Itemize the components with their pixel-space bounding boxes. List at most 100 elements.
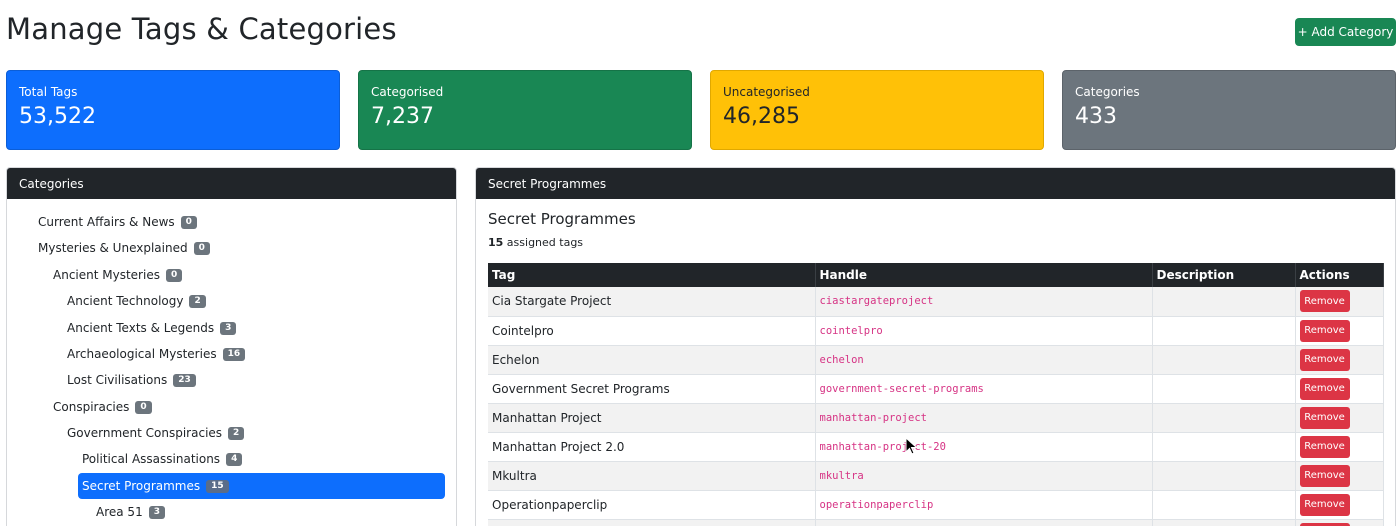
table-row: Echelon echelon Remove [488,345,1384,375]
category-item-political-assassinations[interactable]: Political Assassinations 4 [78,446,243,472]
table-row: Manhattan Project 2.0 manhattan-project-… [488,432,1384,462]
count-badge: 0 [193,241,210,255]
table-header-row: Tag Handle Description Actions [488,263,1384,287]
remove-button[interactable]: Remove [1299,522,1350,526]
remove-button[interactable]: Remove [1299,319,1350,342]
category-label: Ancient Mysteries [53,268,160,282]
tag-name: Manhattan Project [488,403,816,433]
stat-card-total-tags: Total Tags 53,522 [6,70,340,150]
remove-button[interactable]: Remove [1299,377,1350,400]
remove-button[interactable]: Remove [1299,406,1350,429]
tag-description [1152,345,1296,375]
category-label: Current Affairs & News [38,215,175,229]
category-detail-panel: Secret Programmes Secret Programmes 15 a… [475,167,1396,526]
tag-name: Government Secret Programs [488,374,816,404]
remove-button[interactable]: Remove [1299,464,1350,487]
assigned-tags-count: 15 assigned tags [488,236,583,249]
tag-name [488,519,816,526]
count-badge: 0 [180,215,197,229]
count-badge: 23 [173,373,196,387]
category-label: Political Assassinations [82,452,221,466]
tag-name: Cointelpro [488,316,816,346]
category-label: Area 51 [96,505,143,519]
table-row: Remove [488,519,1384,526]
tag-description [1152,519,1296,526]
remove-button[interactable]: Remove [1299,435,1350,458]
count-badge: 0 [135,400,152,414]
table-row: Cointelpro cointelpro Remove [488,316,1384,346]
stat-label: Categorised [371,85,444,99]
category-label: Conspiracies [53,400,130,414]
column-header-handle: Handle [815,263,1153,287]
stat-label: Total Tags [19,85,78,99]
category-item-mysteries[interactable]: Mysteries & Unexplained 0 [34,235,210,261]
tag-description [1152,287,1296,317]
actions-cell: Remove [1295,316,1384,346]
category-item-conspiracies[interactable]: Conspiracies 0 [49,394,152,420]
category-label: Government Conspiracies [67,426,223,440]
count-badge: 3 [148,505,165,519]
stat-card-categories: Categories 433 [1062,70,1396,150]
tags-table: Tag Handle Description Actions Cia Starg… [488,263,1384,526]
actions-cell: Remove [1295,374,1384,404]
stat-card-categorised: Categorised 7,237 [358,70,692,150]
category-item-archaeological[interactable]: Archaeological Mysteries 16 [63,341,246,367]
tag-description [1152,461,1296,491]
category-item-ancient-technology[interactable]: Ancient Technology 2 [63,288,206,314]
category-item-lost-civilisations[interactable]: Lost Civilisations 23 [63,367,196,393]
tag-description [1152,403,1296,433]
table-row: Cia Stargate Project ciastargateproject … [488,287,1384,317]
tag-count: 15 [488,236,504,249]
count-badge: 3 [220,321,237,335]
category-tree: Current Affairs & News 0 Mysteries & Une… [7,199,456,519]
tag-count-suffix: assigned tags [503,236,584,249]
category-item-secret-programmes[interactable]: Secret Programmes 15 [78,473,445,499]
actions-cell: Remove [1295,287,1384,317]
tag-handle: operationpaperclip [815,490,1153,520]
actions-cell: Remove [1295,461,1384,491]
category-label: Lost Civilisations [67,373,168,387]
actions-cell: Remove [1295,403,1384,433]
count-badge: 2 [189,294,206,308]
actions-cell: Remove [1295,345,1384,375]
category-item-ancient-texts[interactable]: Ancient Texts & Legends 3 [63,315,237,341]
stat-value: 53,522 [19,104,96,129]
tag-handle: manhattan-project [815,403,1153,433]
remove-button[interactable]: Remove [1299,290,1350,313]
remove-button[interactable]: Remove [1299,493,1350,516]
column-header-tag: Tag [488,263,816,287]
categories-panel: Categories Current Affairs & News 0 Myst… [6,167,457,526]
count-badge: 4 [226,452,243,466]
actions-cell: Remove [1295,432,1384,462]
column-header-actions: Actions [1295,263,1384,287]
tag-handle: mkultra [815,461,1153,491]
tag-description [1152,432,1296,462]
category-item-ancient-mysteries[interactable]: Ancient Mysteries 0 [49,262,183,288]
add-category-button[interactable]: + Add Category [1295,18,1396,46]
tag-name: Echelon [488,345,816,375]
category-item-area-51[interactable]: Area 51 3 [92,499,165,525]
stat-value: 46,285 [723,104,800,129]
tag-handle: echelon [815,345,1153,375]
tag-name: Operationpaperclip [488,490,816,520]
tag-description [1152,490,1296,520]
tag-name: Mkultra [488,461,816,491]
column-header-description: Description [1152,263,1296,287]
tag-description [1152,316,1296,346]
count-badge: 15 [206,479,229,493]
category-label: Archaeological Mysteries [67,347,217,361]
table-row: Mkultra mkultra Remove [488,461,1384,491]
category-item-current-affairs[interactable]: Current Affairs & News 0 [34,209,197,235]
stat-value: 7,237 [371,104,434,129]
actions-cell: Remove [1295,519,1384,526]
table-row: Government Secret Programs government-se… [488,374,1384,404]
remove-button[interactable]: Remove [1299,348,1350,371]
actions-cell: Remove [1295,490,1384,520]
stat-card-uncategorised: Uncategorised 46,285 [710,70,1044,150]
category-item-government-conspiracies[interactable]: Government Conspiracies 2 [63,420,245,446]
category-label: Mysteries & Unexplained [38,241,188,255]
category-label: Ancient Texts & Legends [67,321,215,335]
tag-handle [815,519,1153,526]
category-label: Secret Programmes [82,479,201,493]
page-title: Manage Tags & Categories [6,12,397,46]
